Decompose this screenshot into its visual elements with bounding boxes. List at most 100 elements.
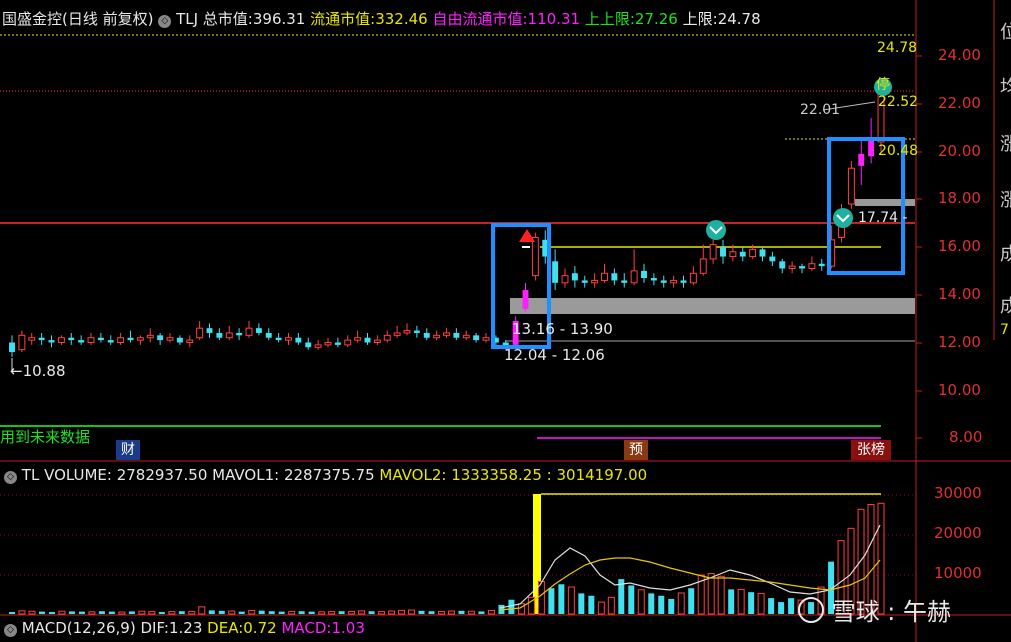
candle-body[interactable] [324, 342, 332, 346]
candle-body[interactable] [581, 280, 588, 283]
candle-body[interactable] [117, 337, 125, 344]
candle-body[interactable] [641, 270, 647, 279]
candle-body[interactable] [127, 337, 134, 341]
candle-body[interactable] [808, 263, 816, 269]
candle-body[interactable] [166, 337, 174, 341]
candle-body[interactable] [314, 344, 322, 348]
candle-body[interactable] [68, 337, 75, 341]
candle-body[interactable] [720, 247, 726, 257]
candle-body[interactable] [87, 337, 95, 344]
candle-body[interactable] [146, 334, 154, 339]
candle-body[interactable] [689, 272, 697, 284]
candle-body[interactable] [334, 342, 341, 345]
candle-body[interactable] [18, 334, 26, 351]
candle-body[interactable] [383, 334, 391, 341]
candle-body[interactable] [255, 328, 262, 333]
candle-body[interactable] [413, 330, 420, 333]
right-panel-char-7: 7 [1000, 322, 1009, 338]
candle-body[interactable] [275, 337, 282, 341]
right-panel-char-3: 涨 [1000, 134, 1011, 155]
candle-body[interactable] [739, 251, 746, 257]
macd-settings-icon[interactable]: ◇ [4, 624, 17, 637]
candle-body[interactable] [285, 337, 292, 341]
candle-body[interactable] [216, 332, 223, 338]
candle-body[interactable] [769, 256, 776, 262]
candle-body[interactable] [78, 340, 85, 343]
candle-body[interactable] [630, 270, 638, 284]
candle-body[interactable] [680, 280, 687, 283]
period-label[interactable]: (日线 前复权) [62, 10, 153, 28]
candle-body[interactable] [818, 263, 825, 267]
candle-body[interactable] [305, 342, 312, 348]
volume-bar [318, 611, 326, 615]
candle-body[interactable] [699, 258, 707, 274]
candle-body[interactable] [245, 327, 253, 336]
candle-body[interactable] [107, 340, 114, 343]
candle-body[interactable] [403, 330, 411, 334]
candle-body[interactable] [729, 251, 737, 258]
candle-body[interactable] [423, 332, 430, 338]
candle-body[interactable] [621, 280, 628, 283]
candle-body[interactable] [571, 273, 578, 281]
candle-body[interactable] [531, 236, 539, 277]
event-yu-badge[interactable]: 预 [624, 440, 648, 460]
candle-body[interactable] [601, 272, 608, 281]
candle-body[interactable] [759, 249, 766, 257]
indicator-name[interactable]: TLJ [176, 10, 198, 28]
candle-body[interactable] [157, 335, 164, 341]
candle-body[interactable] [295, 337, 302, 343]
settings-circle-icon[interactable]: ◇ [158, 15, 172, 28]
volume-bar [588, 595, 595, 614]
candle-body[interactable] [225, 332, 233, 339]
event-zhangbang-badge[interactable]: 张榜 [851, 440, 891, 460]
candle-body[interactable] [28, 337, 36, 341]
macd-label[interactable]: MACD(12,26,9) [22, 619, 136, 637]
candle-body[interactable] [364, 337, 371, 343]
candle-body[interactable] [561, 275, 569, 284]
candle-body[interactable] [591, 279, 599, 284]
candle-body[interactable] [344, 339, 352, 346]
candle-body[interactable] [799, 266, 805, 269]
candle-body[interactable] [196, 327, 204, 339]
event-cai-badge[interactable]: 财 [116, 440, 140, 460]
candle-body[interactable] [443, 332, 450, 336]
candle-body[interactable] [176, 337, 183, 343]
candle-body[interactable] [858, 153, 865, 166]
candle-body[interactable] [48, 340, 55, 343]
candle-body[interactable] [38, 337, 45, 341]
candle-body[interactable] [462, 334, 470, 339]
volume-bar [677, 592, 685, 615]
candle-body[interactable] [482, 337, 490, 341]
candle-body[interactable] [236, 332, 243, 336]
candle-body[interactable] [660, 280, 667, 283]
candle-body[interactable] [206, 328, 213, 333]
candle-body[interactable] [522, 289, 529, 310]
volume-label[interactable]: TL VOLUME: [22, 466, 112, 484]
candle-body[interactable] [788, 265, 796, 269]
candle-body[interactable] [670, 279, 678, 284]
candle-body[interactable] [611, 273, 618, 281]
candle-body[interactable] [265, 332, 272, 338]
candle-body[interactable] [97, 337, 104, 341]
candle-body[interactable] [749, 248, 757, 258]
candle-body[interactable] [868, 139, 875, 157]
candle-body[interactable] [354, 337, 362, 341]
level-label-2048: 20.48 [878, 143, 919, 159]
candle-body[interactable] [709, 244, 717, 260]
candle-body[interactable] [186, 339, 194, 343]
candle-body[interactable] [136, 337, 144, 341]
candle-body[interactable] [552, 261, 559, 283]
volume-settings-icon[interactable]: ◇ [4, 471, 17, 484]
candle-body[interactable] [473, 335, 480, 341]
volume-bar [88, 611, 96, 615]
candle-body[interactable] [433, 334, 441, 339]
candle-body[interactable] [373, 339, 381, 343]
candle-body[interactable] [393, 332, 401, 336]
candle-body[interactable] [847, 167, 855, 205]
candle-body[interactable] [453, 332, 460, 338]
candle-body[interactable] [650, 278, 657, 281]
candle-body[interactable] [9, 342, 15, 353]
snowball-logo-icon [798, 597, 824, 623]
candle-body[interactable] [57, 337, 65, 344]
candle-body[interactable] [779, 261, 786, 269]
